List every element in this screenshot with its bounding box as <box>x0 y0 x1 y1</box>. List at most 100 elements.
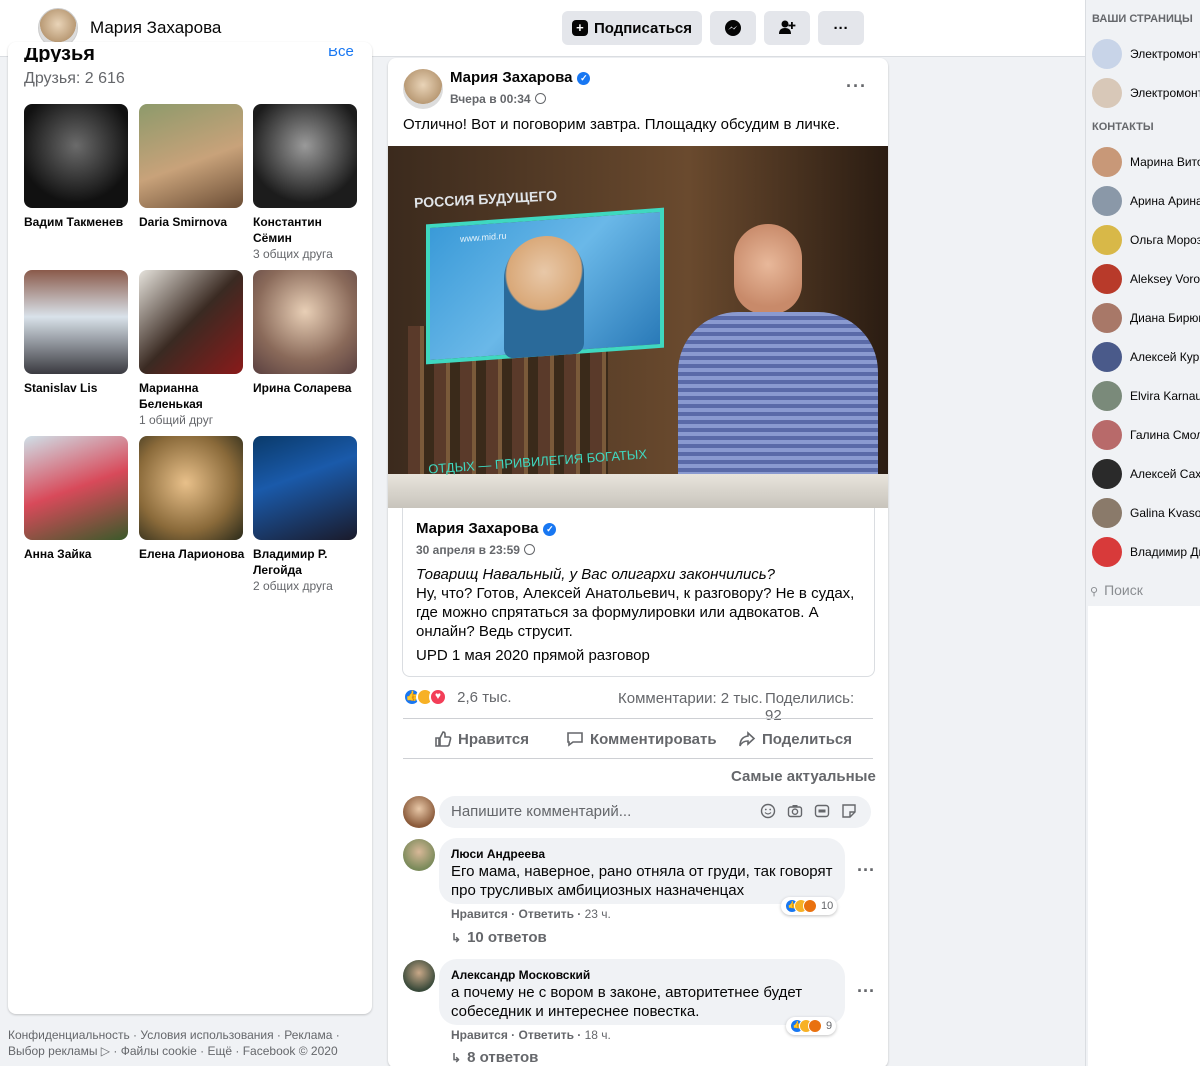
reactions-summary: 👍 ♥ 2,6 тыс. Комментарии: 2 тыс. Поделили… <box>403 688 873 724</box>
comment-sort-dropdown[interactable]: Самые актуальные <box>731 768 876 785</box>
shared-time-text[interactable]: 30 апреля в 23:59 <box>416 543 520 557</box>
comment-reactions-badge[interactable]: 👍 10 <box>781 897 838 915</box>
contact-item[interactable]: Галина Смол <box>1092 419 1200 451</box>
friend-name[interactable]: Ирина Соларева <box>253 380 359 396</box>
friend-item[interactable]: Daria Smirnova <box>139 104 245 230</box>
friend-photo[interactable] <box>24 104 128 208</box>
friend-name[interactable]: Елена Ларионова <box>139 546 245 562</box>
comment-time[interactable]: 18 ч. <box>585 1028 611 1042</box>
friend-name[interactable]: Марианна Беленькая <box>139 380 245 412</box>
shared-author-name[interactable]: Мария Захарова <box>416 520 538 537</box>
friend-name[interactable]: Daria Smirnova <box>139 214 245 230</box>
subscribe-icon: + <box>571 20 588 36</box>
contact-item[interactable]: Марина Вито <box>1092 146 1200 178</box>
sticker-icon[interactable] <box>841 803 857 819</box>
comment-reply-link[interactable]: Ответить <box>519 1028 574 1042</box>
friend-photo[interactable] <box>139 270 243 374</box>
commenter-avatar[interactable] <box>403 960 435 992</box>
friend-name[interactable]: Stanislav Lis <box>24 380 130 396</box>
contact-item[interactable]: Владимир Ди <box>1092 536 1200 568</box>
friend-item[interactable]: Елена Ларионова <box>139 436 245 562</box>
post-author-name[interactable]: Мария Захарова <box>450 69 572 86</box>
current-user-avatar[interactable] <box>403 796 435 828</box>
friend-photo[interactable] <box>253 436 357 540</box>
profile-name[interactable]: Мария Захарова <box>90 18 221 38</box>
friend-item[interactable]: Анна Зайка <box>24 436 130 562</box>
comment-author[interactable]: Александр Московский <box>451 967 833 983</box>
comments-count[interactable]: Комментарии: 2 тыс. <box>618 690 763 707</box>
friend-item[interactable]: Ирина Соларева <box>253 270 359 396</box>
like-button[interactable]: Нравится <box>434 728 529 750</box>
friend-photo[interactable] <box>24 270 128 374</box>
comment-like-link[interactable]: Нравится <box>451 907 508 921</box>
post-author-avatar[interactable] <box>403 69 443 109</box>
post-video[interactable]: www.mid.ru РОССИЯ БУДУЩЕГО ОТДЫХ — ПРИВИ… <box>388 146 888 508</box>
comment-button[interactable]: Комментировать <box>566 728 717 750</box>
friend-item[interactable]: Константин Сёмин 3 общих друга <box>253 104 359 262</box>
camera-icon[interactable] <box>787 803 803 819</box>
friend-name[interactable]: Владимир Р. Легойда <box>253 546 359 578</box>
contact-item[interactable]: Алексей Курь <box>1092 341 1200 373</box>
comment-reply-link[interactable]: Ответить <box>519 907 574 921</box>
post-time-text[interactable]: Вчера в 00:34 <box>450 92 531 106</box>
shared-author[interactable]: Мария Захарова ✓ <box>416 520 557 537</box>
commenter-avatar[interactable] <box>403 839 435 871</box>
post-timestamp[interactable]: Вчера в 00:34 <box>450 92 546 106</box>
reactions-count[interactable]: 2,6 тыс. <box>457 689 511 706</box>
shared-timestamp[interactable]: 30 апреля в 23:59 <box>416 543 535 557</box>
view-replies-link[interactable]: ↳ 8 ответов <box>451 1049 538 1066</box>
angry-reaction-icon <box>808 1019 822 1033</box>
friend-photo[interactable] <box>139 104 243 208</box>
page-item[interactable]: Электромонт <box>1092 38 1200 70</box>
comment-more-button[interactable]: ··· <box>857 860 875 881</box>
contacts-search[interactable]: ⚲ Поиск <box>1090 582 1200 606</box>
contact-item[interactable]: Aleksey Voro <box>1092 263 1200 295</box>
footer-links-line1[interactable]: Конфиденциальность · Условия использован… <box>8 1027 378 1043</box>
friend-photo[interactable] <box>253 104 357 208</box>
comment-more-button[interactable]: ··· <box>857 981 875 1002</box>
more-options-button[interactable]: ··· <box>818 11 864 45</box>
friend-item[interactable]: Вадим Такменев <box>24 104 130 230</box>
gif-icon[interactable] <box>814 803 830 819</box>
footer-links-line2[interactable]: Выбор рекламы ▷ · Файлы cookie · Ещё · F… <box>8 1043 378 1059</box>
comment-time[interactable]: 23 ч. <box>585 907 611 921</box>
comment-author[interactable]: Люси Андреева <box>451 846 833 862</box>
contact-item[interactable]: Elvira Karnau <box>1092 380 1200 412</box>
friends-all-link[interactable]: Все <box>328 48 354 60</box>
contact-item[interactable]: Арина Арина <box>1092 185 1200 217</box>
shared-text-body: Ну, что? Готов, Алексей Анатольевич, к р… <box>416 585 855 640</box>
friend-name[interactable]: Константин Сёмин <box>253 214 359 246</box>
emoji-icon[interactable] <box>760 803 776 819</box>
share-button[interactable]: Поделиться <box>738 728 852 750</box>
reaction-icons[interactable]: 👍 ♥ <box>403 688 447 707</box>
contact-avatar <box>1092 420 1122 450</box>
comment-text: а почему не с вором в законе, авторитетн… <box>451 984 803 1020</box>
subscribe-button[interactable]: + Подписаться <box>562 11 702 45</box>
post-author[interactable]: Мария Захарова ✓ <box>450 69 591 86</box>
friend-name[interactable]: Вадим Такменев <box>24 214 130 230</box>
page-item[interactable]: Электромонт <box>1092 77 1200 109</box>
post-more-button[interactable]: ··· <box>846 76 867 97</box>
contact-item[interactable]: Алексей Сах <box>1092 458 1200 490</box>
friend-name[interactable]: Анна Зайка <box>24 546 130 562</box>
contact-item[interactable]: Ольга Мороз <box>1092 224 1200 256</box>
friend-photo[interactable] <box>139 436 243 540</box>
page-name: Электромонт <box>1130 47 1200 61</box>
replies-label: 10 ответов <box>467 929 547 946</box>
friend-item[interactable]: Stanislav Lis <box>24 270 130 396</box>
comment-like-link[interactable]: Нравится <box>451 1028 508 1042</box>
friend-item[interactable]: Владимир Р. Легойда 2 общих друга <box>253 436 359 594</box>
messenger-button[interactable] <box>710 11 756 45</box>
contact-name: Владимир Ди <box>1130 545 1200 559</box>
contact-name: Aleksey Voro <box>1130 272 1200 286</box>
friend-item[interactable]: Марианна Беленькая 1 общий друг <box>139 270 245 428</box>
add-friend-button[interactable] <box>764 11 810 45</box>
friend-photo[interactable] <box>253 270 357 374</box>
contact-item[interactable]: Диана Бирюк <box>1092 302 1200 334</box>
contact-avatar <box>1092 459 1122 489</box>
like-label: Нравится <box>458 730 530 748</box>
comment-reactions-badge[interactable]: 👍 9 <box>786 1017 837 1035</box>
view-replies-link[interactable]: ↳ 10 ответов <box>451 929 547 946</box>
friend-photo[interactable] <box>24 436 128 540</box>
contact-item[interactable]: Galina Kvaso <box>1092 497 1200 529</box>
